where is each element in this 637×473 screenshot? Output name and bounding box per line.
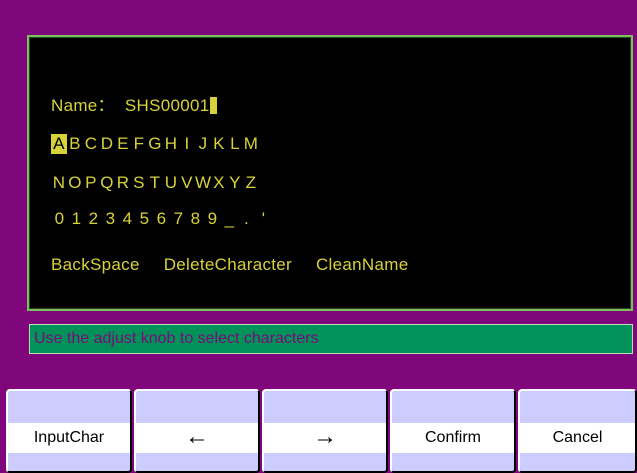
move-left-softkey[interactable]: ← [134, 389, 260, 473]
char-key[interactable]: U [163, 173, 179, 193]
char-key[interactable]: 9 [204, 209, 221, 229]
right-arrow-icon: → [264, 423, 386, 453]
char-key[interactable]: 7 [170, 209, 187, 229]
char-key[interactable]: S [131, 173, 147, 193]
character-input-panel: Name： SHS00001 ABCDEFGHIJKLM NOPQRSTUVWXY… [27, 35, 633, 311]
char-key[interactable]: W [195, 173, 211, 193]
delete-character-option[interactable]: DeleteCharacter [164, 255, 292, 275]
char-key[interactable]: 8 [187, 209, 204, 229]
char-key[interactable]: N [51, 173, 67, 193]
char-key[interactable]: K [211, 134, 227, 154]
name-label: Name： [51, 96, 115, 115]
char-key[interactable]: X [211, 173, 227, 193]
confirm-label: Confirm [392, 423, 514, 453]
char-key[interactable]: B [67, 134, 83, 154]
char-key[interactable]: T [147, 173, 163, 193]
char-key[interactable]: ' [255, 209, 272, 229]
left-arrow-icon: ← [136, 423, 258, 453]
char-key[interactable]: C [83, 134, 99, 154]
char-key[interactable]: P [83, 173, 99, 193]
char-key[interactable]: 6 [153, 209, 170, 229]
text-cursor [209, 97, 217, 114]
char-key[interactable]: _ [221, 209, 238, 229]
confirm-softkey[interactable]: Confirm [390, 389, 516, 473]
char-key[interactable]: H [163, 134, 179, 154]
char-key[interactable]: M [243, 134, 259, 154]
char-key[interactable]: Y [227, 173, 243, 193]
char-key[interactable]: 0 [51, 209, 68, 229]
char-key[interactable]: 1 [68, 209, 85, 229]
char-key[interactable]: A [51, 134, 67, 154]
char-key[interactable]: E [115, 134, 131, 154]
letter-row-n-z: NOPQRSTUVWXYZ [51, 173, 259, 193]
status-message: Use the adjust knob to select characters [29, 324, 633, 354]
char-key[interactable]: . [238, 209, 255, 229]
char-key[interactable]: I [179, 134, 195, 154]
char-key[interactable]: J [195, 134, 211, 154]
move-right-softkey[interactable]: → [262, 389, 388, 473]
char-key[interactable]: 4 [119, 209, 136, 229]
softkey-bar: InputChar ← → Confirm Cancel [0, 389, 637, 473]
char-key[interactable]: F [131, 134, 147, 154]
backspace-option[interactable]: BackSpace [51, 255, 140, 275]
char-key[interactable]: 3 [102, 209, 119, 229]
char-key[interactable]: L [227, 134, 243, 154]
char-key[interactable]: D [99, 134, 115, 154]
input-char-softkey[interactable]: InputChar [6, 389, 132, 473]
input-char-label: InputChar [8, 423, 130, 453]
char-key[interactable]: V [179, 173, 195, 193]
name-field: Name： SHS00001 [51, 91, 217, 116]
letter-row-a-m: ABCDEFGHIJKLM [51, 134, 259, 154]
clean-name-option[interactable]: CleanName [316, 255, 408, 275]
char-key[interactable]: Q [99, 173, 115, 193]
edit-actions-row: BackSpace DeleteCharacter CleanName [51, 255, 408, 275]
char-key[interactable]: O [67, 173, 83, 193]
cancel-label: Cancel [520, 423, 635, 453]
char-key[interactable]: G [147, 134, 163, 154]
char-key[interactable]: R [115, 173, 131, 193]
char-key[interactable]: Z [243, 173, 259, 193]
cancel-softkey[interactable]: Cancel [518, 389, 637, 473]
char-key[interactable]: 2 [85, 209, 102, 229]
name-value: SHS00001 [124, 96, 210, 115]
char-key[interactable]: 5 [136, 209, 153, 229]
symbol-row: 0 1 2 3 4 5 6 7 8 9 _. ' [51, 209, 272, 229]
